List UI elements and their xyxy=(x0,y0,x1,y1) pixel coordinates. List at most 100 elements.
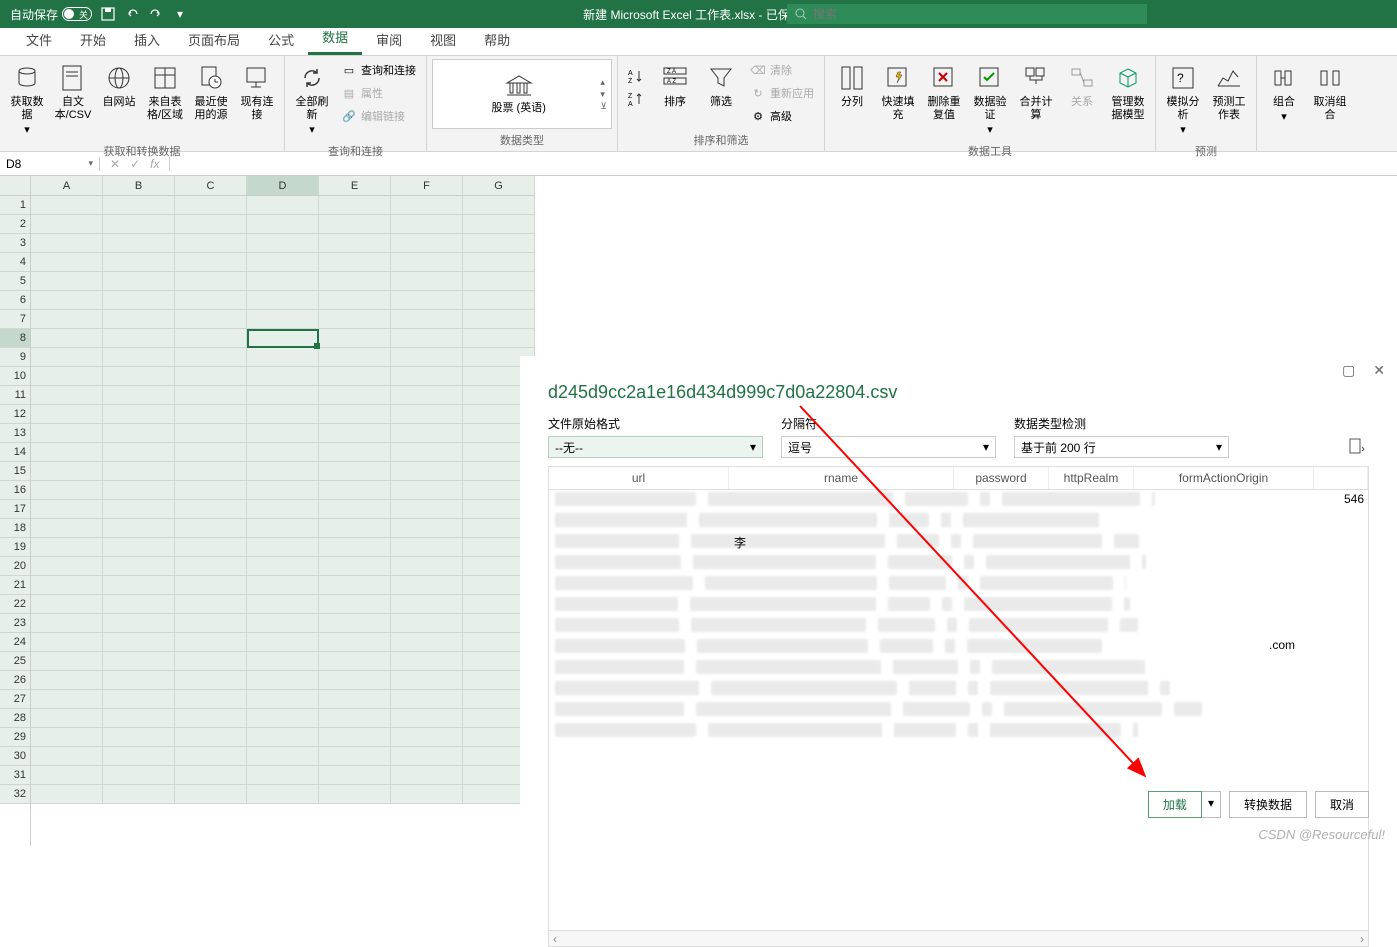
cell[interactable] xyxy=(175,196,247,215)
cell[interactable] xyxy=(247,766,319,785)
cell[interactable] xyxy=(319,272,391,291)
cell[interactable] xyxy=(103,443,175,462)
row-header[interactable]: 9 xyxy=(0,348,30,367)
cell[interactable] xyxy=(463,196,535,215)
cell[interactable] xyxy=(319,557,391,576)
row-header[interactable]: 29 xyxy=(0,728,30,747)
cell[interactable] xyxy=(391,614,463,633)
col-header[interactable]: A xyxy=(31,176,103,196)
accept-formula-icon[interactable]: ✓ xyxy=(130,157,140,171)
cell[interactable] xyxy=(247,272,319,291)
autosave-toggle[interactable]: 自动保存 关 xyxy=(10,6,92,23)
cell[interactable] xyxy=(391,462,463,481)
cell[interactable] xyxy=(175,253,247,272)
cell[interactable] xyxy=(103,481,175,500)
row-header[interactable]: 31 xyxy=(0,766,30,785)
cell[interactable] xyxy=(175,424,247,443)
cell[interactable] xyxy=(391,595,463,614)
cell[interactable] xyxy=(31,291,103,310)
cell[interactable] xyxy=(319,443,391,462)
sort-desc-icon[interactable]: ZA xyxy=(623,88,651,110)
cell[interactable] xyxy=(391,253,463,272)
cell[interactable] xyxy=(247,462,319,481)
cell[interactable] xyxy=(31,557,103,576)
cell[interactable] xyxy=(319,291,391,310)
cell[interactable] xyxy=(175,595,247,614)
cell[interactable] xyxy=(247,196,319,215)
cell[interactable] xyxy=(31,671,103,690)
row-header[interactable]: 3 xyxy=(0,234,30,253)
cell[interactable] xyxy=(391,519,463,538)
row-header[interactable]: 1 xyxy=(0,196,30,215)
cell[interactable] xyxy=(103,386,175,405)
cell[interactable] xyxy=(247,405,319,424)
cell[interactable] xyxy=(247,557,319,576)
cell[interactable] xyxy=(247,443,319,462)
cell[interactable] xyxy=(175,633,247,652)
scroll-left-icon[interactable]: ‹ xyxy=(553,932,557,946)
cell[interactable] xyxy=(247,215,319,234)
cell[interactable] xyxy=(175,462,247,481)
cell[interactable] xyxy=(103,405,175,424)
cell[interactable] xyxy=(175,747,247,766)
forecast-button[interactable]: 预测工作表 xyxy=(1207,59,1251,125)
tab-help[interactable]: 帮助 xyxy=(470,24,524,55)
qat-more-icon[interactable]: ▾ xyxy=(172,6,188,22)
cell[interactable] xyxy=(175,785,247,804)
cell[interactable] xyxy=(31,462,103,481)
cell[interactable] xyxy=(319,329,391,348)
cell[interactable] xyxy=(247,728,319,747)
cell[interactable] xyxy=(31,690,103,709)
cell[interactable] xyxy=(103,272,175,291)
cell[interactable] xyxy=(391,234,463,253)
refresh-all-button[interactable]: 全部刷新▾ xyxy=(290,59,334,141)
cell[interactable] xyxy=(391,500,463,519)
cell[interactable] xyxy=(319,614,391,633)
cell[interactable] xyxy=(463,215,535,234)
cell[interactable] xyxy=(175,291,247,310)
existing-conn-button[interactable]: 现有连接 xyxy=(235,59,279,125)
cell[interactable] xyxy=(103,253,175,272)
cell[interactable] xyxy=(391,557,463,576)
worksheet[interactable]: 1234567891011121314151617181920212223242… xyxy=(0,176,535,846)
cell[interactable] xyxy=(319,785,391,804)
cell[interactable] xyxy=(31,766,103,785)
cell[interactable] xyxy=(391,443,463,462)
row-header[interactable]: 16 xyxy=(0,481,30,500)
cell[interactable] xyxy=(175,671,247,690)
cell[interactable] xyxy=(103,576,175,595)
cell[interactable] xyxy=(319,576,391,595)
tab-data[interactable]: 数据 xyxy=(308,21,362,55)
col-header[interactable]: D xyxy=(247,176,319,196)
cell[interactable] xyxy=(319,747,391,766)
cell[interactable] xyxy=(247,595,319,614)
cell[interactable] xyxy=(247,690,319,709)
cell[interactable] xyxy=(31,272,103,291)
row-header[interactable]: 23 xyxy=(0,614,30,633)
cell[interactable] xyxy=(391,538,463,557)
cell[interactable] xyxy=(319,671,391,690)
settings-icon[interactable] xyxy=(1345,434,1369,458)
cell[interactable] xyxy=(175,386,247,405)
row-header[interactable]: 13 xyxy=(0,424,30,443)
search-input[interactable] xyxy=(813,7,1139,21)
cell[interactable] xyxy=(391,747,463,766)
row-header[interactable]: 24 xyxy=(0,633,30,652)
cell[interactable] xyxy=(247,253,319,272)
cell[interactable] xyxy=(319,234,391,253)
cell[interactable] xyxy=(391,728,463,747)
row-header[interactable]: 26 xyxy=(0,671,30,690)
cell[interactable] xyxy=(31,405,103,424)
cell[interactable] xyxy=(31,481,103,500)
cell[interactable] xyxy=(247,747,319,766)
cell[interactable] xyxy=(31,519,103,538)
cell[interactable] xyxy=(31,253,103,272)
cell[interactable] xyxy=(319,348,391,367)
cell[interactable] xyxy=(31,614,103,633)
consolidate-button[interactable]: 合并计算 xyxy=(1014,59,1058,125)
cell[interactable] xyxy=(31,500,103,519)
cell[interactable] xyxy=(319,538,391,557)
cell[interactable] xyxy=(31,709,103,728)
file-origin-select[interactable]: --无--▾ xyxy=(548,436,763,458)
cell[interactable] xyxy=(391,766,463,785)
